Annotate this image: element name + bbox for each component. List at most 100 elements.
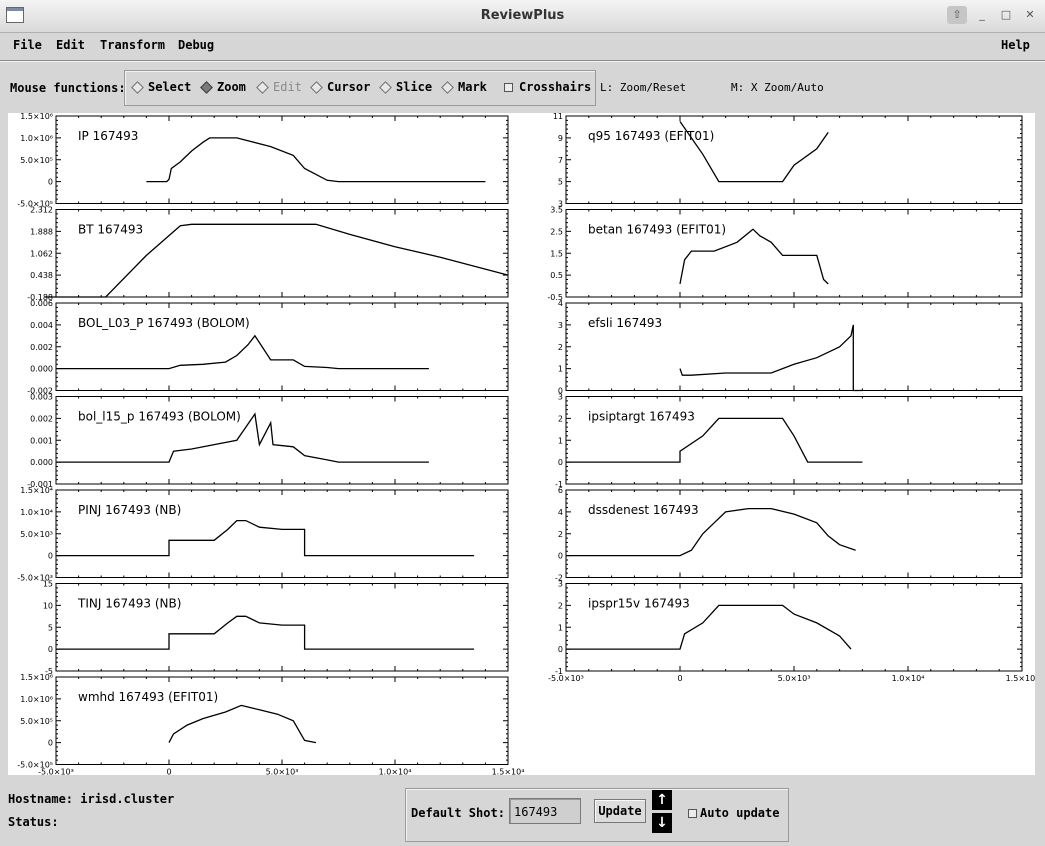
x-tick-label: 1.5×10⁴ [492,768,525,776]
minimize-button[interactable]: _ [971,6,993,24]
plots-svg[interactable]: 1.5×10⁶1.0×10⁶5.0×10⁵0-5.0×10⁵IP 1674932… [8,113,1035,775]
data-series [146,137,486,183]
y-tick-label: 2 [558,601,563,610]
y-tick-label: 1 [558,436,563,445]
plot-panel: 0.0060.0040.0020.000-0.002BOL_L03_P 1674… [27,299,509,396]
menu-edit[interactable]: Edit [56,38,85,52]
close-button[interactable]: ✕ [1019,6,1041,24]
x-tick-label: 0 [677,674,682,683]
mode-edit-radio[interactable]: Edit [256,80,302,94]
plot-panel: 43210efsli 167493 [558,299,1023,396]
y-tick-label: 0 [558,645,563,654]
title-bar: ReviewPlus ⇧ _ □ ✕ [0,0,1045,33]
panel-label: bol_l15_p 167493 (BOLOM) [78,410,241,424]
plot-panel: 119753q95 167493 (EFIT01) [553,113,1023,209]
auto-update-checkbox[interactable]: Auto update [688,806,779,820]
shot-down-arrow-icon[interactable]: ↓ [652,813,672,833]
y-tick-label: 0.5 [550,271,563,280]
y-tick-label: 1.062 [30,249,53,258]
y-tick-label: 0 [48,178,53,187]
plot-panel: 2.3121.8881.0620.438-0.188BT 167493 [27,206,509,302]
y-tick-label: 2 [558,343,563,352]
y-tick-label: 0 [558,458,563,467]
panel-label: dssdenest 167493 [588,503,699,517]
y-tick-label: 0.000 [30,365,53,374]
data-series [566,604,852,650]
y-tick-label: 3 [558,580,563,589]
y-tick-label: 9 [558,134,563,143]
y-tick-label: 0.000 [30,458,53,467]
panel-label: PINJ 167493 (NB) [78,503,181,517]
x-tick-label: 1.5×10⁴ [1006,674,1035,683]
y-tick-label: 1.0×10⁶ [20,695,53,704]
panel-label: BOL_L03_P 167493 (BOLOM) [78,316,250,330]
mode-cursor-radio[interactable]: Cursor [310,80,370,94]
panel-label: TINJ 167493 (NB) [77,597,181,611]
y-tick-label: 0.003 [30,393,53,402]
y-tick-label: 1.5×10⁶ [20,673,53,682]
mode-mark-radio[interactable]: Mark [441,80,487,94]
default-shot-input[interactable]: 167493 [509,798,581,824]
status-bar: Hostname: irisd.cluster Status: Default … [0,778,1045,846]
checkbox-icon [504,82,513,92]
y-tick-label: 7 [558,156,563,165]
y-tick-label: 1.0×10⁴ [20,508,53,517]
mode-slice-radio[interactable]: Slice [379,80,432,94]
plot-canvas[interactable]: 1.5×10⁶ 1.0×10⁶ 5.0×10⁵ 0 -5.0×10⁵ IP 167493 2… [8,113,1035,775]
y-tick-label: 0.006 [30,299,53,308]
y-tick-label: 0 [558,552,563,561]
x-tick-label: -5.0×10³ [548,674,584,683]
data-series [679,324,863,392]
divider [0,61,1045,62]
y-tick-label: 5.0×10³ [20,530,53,539]
data-series [168,704,317,744]
y-tick-label: 0 [48,739,53,748]
plot-panel: 1.5×10⁶1.0×10⁶5.0×10⁵0-5.0×10⁵-5.0×10³ 0 5… [17,673,524,775]
radio-off-icon [310,80,323,94]
y-tick-label: 1 [558,365,563,374]
menu-debug[interactable]: Debug [178,38,214,52]
data-series [56,334,429,370]
crosshairs-checkbox[interactable]: Crosshairs [504,80,591,94]
radio-off-icon [441,80,454,94]
x-tick-label: -5.0×10³ [38,768,74,776]
plot-panel: 1.5×10⁴1.0×10⁴5.0×10³0-5.0×10³PINJ 16749… [17,486,509,583]
x-tick-label: 1.0×10⁴ [892,674,925,683]
y-tick-label: 2.312 [30,206,53,215]
y-tick-label: 0.002 [30,414,53,423]
plot-panel: 1.5×10⁶1.0×10⁶5.0×10⁵0-5.0×10⁵IP 167493 [17,113,509,209]
y-tick-label: 1.5 [550,249,563,258]
data-series [566,417,863,463]
y-tick-label: 1.0×10⁶ [20,134,53,143]
data-series [56,615,475,650]
y-tick-label: 4 [558,508,563,517]
mouse-functions-toolbar: Mouse functions: Select Zoom Edit Cursor… [0,64,1045,112]
radio-off-icon [256,80,269,94]
update-button[interactable]: Update [594,799,646,823]
menu-file[interactable]: File [13,38,42,52]
panel-label: BT 167493 [78,223,143,237]
y-tick-label: 2 [558,530,563,539]
mode-zoom-radio[interactable]: Zoom [200,80,246,94]
y-tick-label: 1.888 [30,227,53,236]
hostname-label: Hostname: irisd.cluster [8,792,175,806]
x-tick-label: 5.0×10³ [778,674,811,683]
y-tick-label: 1.5×10⁶ [20,113,53,121]
menu-help[interactable]: Help [1001,38,1030,52]
y-tick-label: 5.0×10⁵ [20,156,53,165]
y-tick-label: 6 [558,486,563,495]
plot-panel: 6420-2dssdenest 167493 [555,486,1023,583]
y-tick-label: 0.438 [30,271,53,280]
plot-panel: 3210-1-5.0×10³05.0×10³1.0×10⁴1.5×10⁴ipsp… [548,580,1035,684]
menu-transform[interactable]: Transform [100,38,165,52]
maximize-button[interactable]: □ [995,6,1017,24]
y-tick-label: 10 [43,601,53,610]
x-tick-label: 5.0×10³ [266,768,299,776]
y-tick-label: 0 [48,645,53,654]
radio-on-icon [200,80,213,94]
shade-button[interactable]: ⇧ [947,6,967,24]
shot-up-arrow-icon[interactable]: ↑ [652,790,672,810]
mouse-functions-label: Mouse functions: [10,81,126,95]
y-tick-label: 3.5 [550,206,563,215]
mode-select-radio[interactable]: Select [131,80,191,94]
